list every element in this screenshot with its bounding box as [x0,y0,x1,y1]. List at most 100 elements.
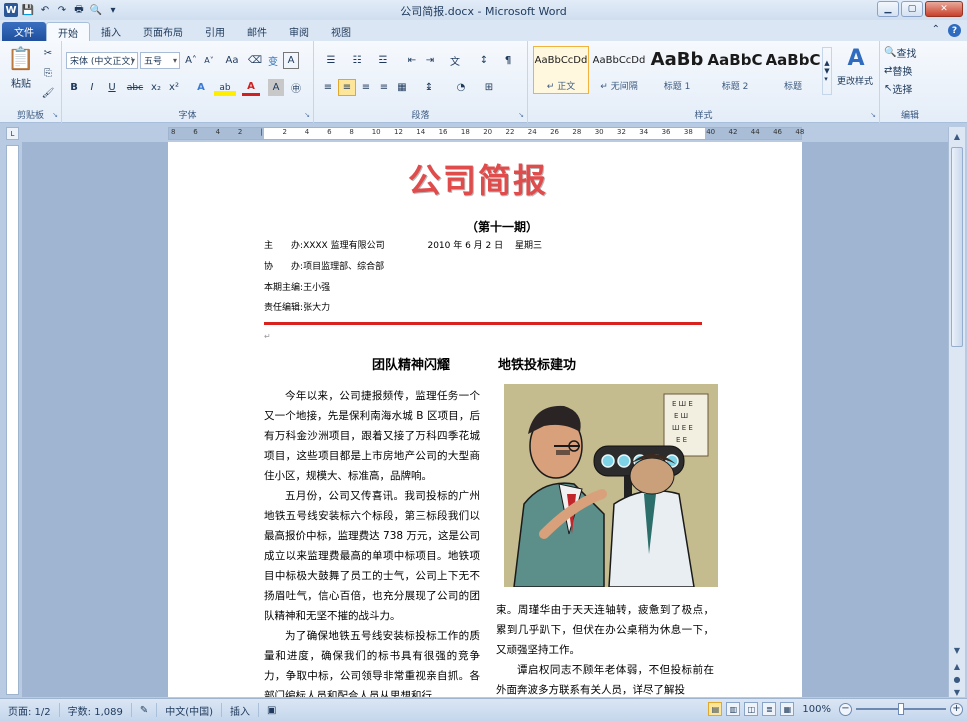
distributed-button[interactable]: ▦ [394,79,410,96]
highlight-button[interactable]: ab [214,79,236,96]
grow-font-button[interactable]: A˄ [183,52,199,69]
zoom-slider-knob[interactable] [898,703,904,715]
horizontal-ruler[interactable]: 8 6 4 2 | 2 4 6 8 10 12 14 16 18 20 22 24 26 28 30 32 34 36 38 4… [168,127,804,140]
draft-view-icon[interactable]: ▦ [780,702,795,716]
italic-button[interactable]: I [85,79,99,96]
minimize-button[interactable]: ▁ [877,1,899,17]
customize-qat-icon[interactable]: ▾ [106,3,120,17]
print-icon[interactable]: 🖶 [72,3,86,17]
tab-references[interactable]: 引用 [194,22,236,41]
minimize-ribbon-icon[interactable]: ⌃ [932,24,940,37]
optometrist-illustration[interactable]: E Ш E E Ш Ш E E E E [504,384,718,587]
change-styles-icon[interactable]: A [834,45,878,71]
align-left-button[interactable]: ≡ [320,79,336,96]
next-page-icon[interactable]: ▼ [949,685,965,699]
insert-mode[interactable]: 插入 [222,703,260,718]
shrink-font-button[interactable]: A˅ [201,52,217,69]
scroll-thumb[interactable] [951,147,963,347]
increase-indent-button[interactable]: ⇥ [422,52,438,69]
tab-selector[interactable]: L [6,127,19,140]
text-effects-button[interactable]: A [192,79,210,96]
justify-button[interactable]: ≡ [376,79,392,96]
show-marks-button[interactable]: ¶ [500,52,516,69]
chinese-layout-button[interactable]: 文 [446,52,464,69]
zoom-in-icon[interactable]: + [950,702,963,716]
undo-icon[interactable]: ↶ [38,3,52,17]
paste-icon[interactable]: 📋 [6,45,36,73]
find-button[interactable]: 🔍 查找 [884,45,936,60]
line-spacing-button[interactable]: ↨ [418,79,440,96]
help-icon[interactable]: ? [948,24,961,37]
style-heading-1[interactable]: AaBb 标题 1 [649,46,705,94]
borders-button[interactable]: ⊞ [478,79,500,96]
maximize-button[interactable]: ▢ [901,1,923,17]
print-preview-icon[interactable]: 🔍 [89,3,103,17]
char-shading-button[interactable]: A [268,79,284,96]
close-button[interactable]: ✕ [925,1,963,17]
bullets-button[interactable]: ☰ [320,52,342,69]
styles-scroll-buttons[interactable]: ▲ ▼ ▾ [822,47,832,95]
tab-review[interactable]: 审阅 [278,22,320,41]
styles-launcher-icon[interactable]: ↘ [870,111,876,119]
scroll-down-icon[interactable]: ▼ [949,643,965,657]
enclose-char-button[interactable]: ㊥ [288,79,304,96]
superscript-button[interactable]: x² [166,79,182,96]
web-layout-icon[interactable]: ◫ [744,702,759,716]
numbering-button[interactable]: ☷ [346,52,368,69]
align-center-button[interactable]: ≡ [338,79,356,96]
decrease-indent-button[interactable]: ⇤ [404,52,420,69]
scroll-up-icon[interactable]: ▲ [949,129,965,143]
clear-format-button[interactable]: ⌫ [247,52,263,69]
font-color-button[interactable]: A [242,79,260,96]
vertical-scrollbar[interactable]: ▲ ▼ ▲ ● ▼ [948,127,965,697]
proofing-icon[interactable]: ✎ [132,703,158,717]
font-launcher-icon[interactable]: ↘ [304,111,310,119]
page-count[interactable]: 页面: 1/2 [0,703,60,718]
format-painter-icon[interactable]: 🖌 [40,85,56,101]
paste-button[interactable]: 粘贴 [4,75,38,90]
strikethrough-button[interactable]: abc [125,79,145,96]
style-title[interactable]: AaBbC 标题 [765,46,821,94]
vertical-ruler[interactable] [6,145,19,695]
shading-button[interactable]: ◔ [450,79,472,96]
tab-mailings[interactable]: 邮件 [236,22,278,41]
tab-insert[interactable]: 插入 [90,22,132,41]
phonetic-guide-button[interactable]: 变 [265,52,281,69]
multilevel-list-button[interactable]: ☲ [372,52,394,69]
redo-icon[interactable]: ↷ [55,3,69,17]
cut-icon[interactable]: ✂ [40,45,56,61]
word-logo-icon[interactable]: W [4,3,18,17]
language-indicator[interactable]: 中文(中国) [157,703,223,718]
tab-file[interactable]: 文件 [2,22,46,41]
browse-object-icon[interactable]: ● [949,672,965,686]
select-button[interactable]: ↖ 选择 [884,81,936,96]
save-icon[interactable]: 💾 [21,3,35,17]
replace-button[interactable]: ⇄ 替换 [884,63,936,78]
bold-button[interactable]: B [67,79,81,96]
tab-page-layout[interactable]: 页面布局 [132,22,194,41]
align-right-button[interactable]: ≡ [358,79,374,96]
char-border-button[interactable]: A [283,52,299,69]
zoom-out-icon[interactable]: − [839,702,852,716]
previous-page-icon[interactable]: ▲ [949,659,965,673]
tab-home[interactable]: 开始 [46,22,90,41]
sort-button[interactable]: ↕ [476,52,492,69]
underline-button[interactable]: U [103,79,121,96]
subscript-button[interactable]: x₂ [148,79,164,96]
change-styles-button[interactable]: 更改样式 [832,73,878,87]
outline-view-icon[interactable]: ≣ [762,702,777,716]
style-normal[interactable]: AaBbCcDd ↵ 正文 [533,46,589,94]
macro-record-icon[interactable]: ▣ [259,703,284,717]
style-heading-2[interactable]: AaBbC 标题 2 [707,46,763,94]
print-layout-view-icon[interactable]: ▤ [708,702,723,716]
font-size-combo[interactable]: 五号 [140,52,180,69]
style-no-spacing[interactable]: AaBbCcDd ↵ 无间隔 [591,46,647,94]
tab-view[interactable]: 视图 [320,22,362,41]
full-screen-reading-icon[interactable]: ▥ [726,702,741,716]
zoom-level[interactable]: 100% [802,704,831,715]
paragraph-launcher-icon[interactable]: ↘ [518,111,524,119]
zoom-slider[interactable] [856,703,946,715]
font-name-combo[interactable]: 宋体 (中文正文) [66,52,138,69]
copy-icon[interactable]: ⎘ [40,65,56,81]
change-case-button[interactable]: Aa [222,52,242,69]
